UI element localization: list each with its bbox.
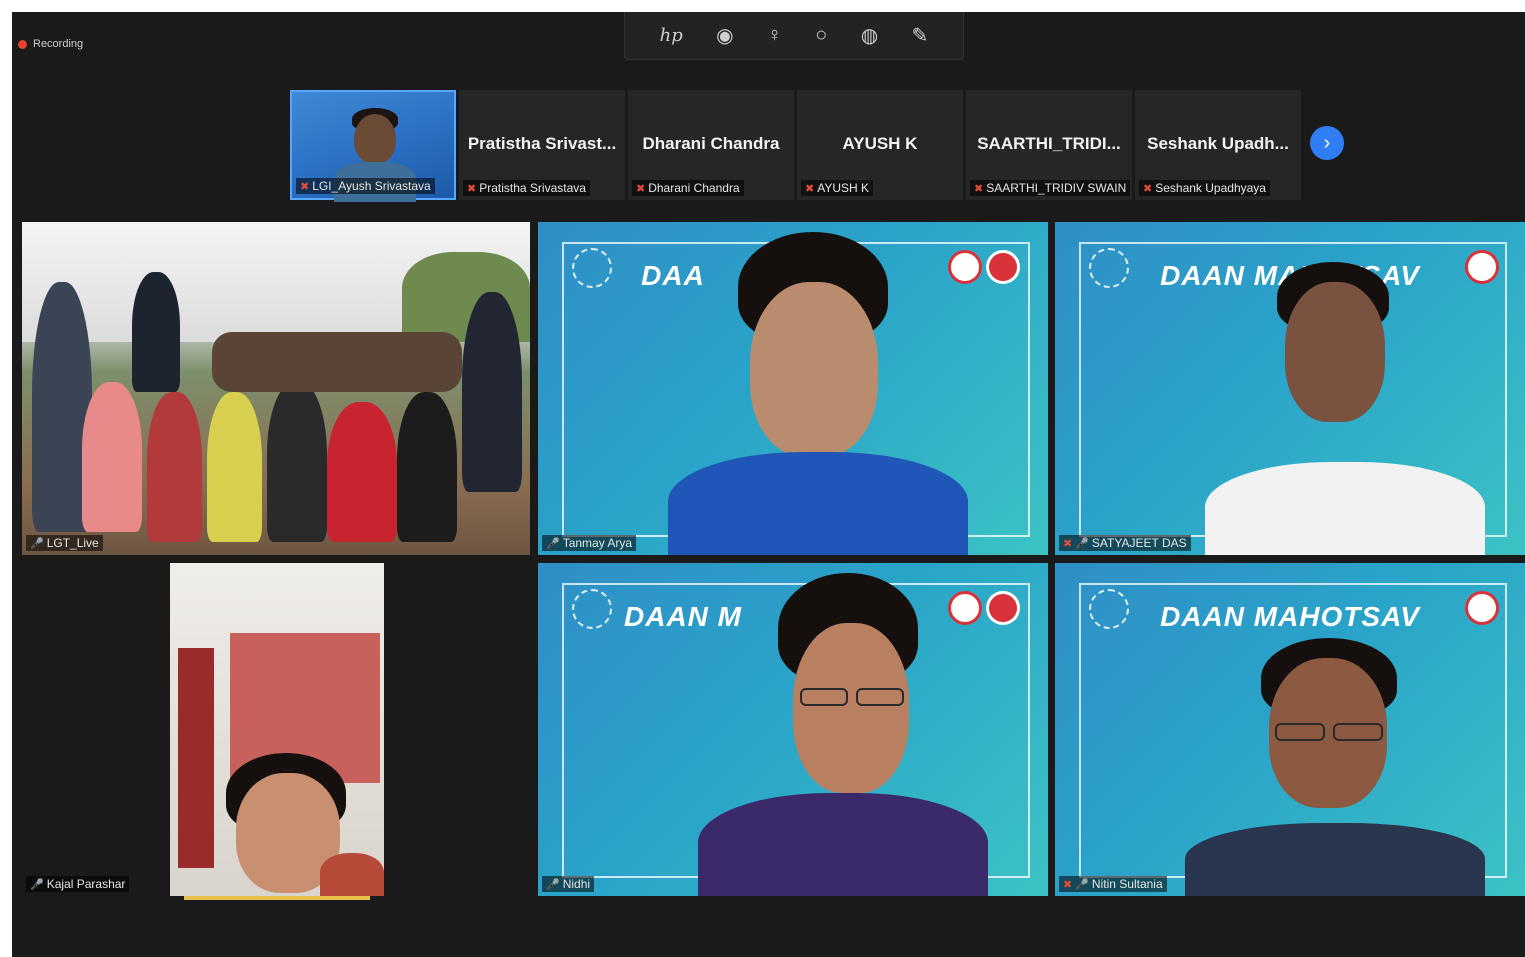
- mic-icon: 🎤: [546, 537, 560, 550]
- audio-level-bar: [184, 896, 370, 900]
- participant-name-label: ✖ Dharani Chandra: [632, 180, 744, 196]
- tile-name-label: 🎤 LGT_Live: [26, 535, 103, 551]
- video-tile[interactable]: DAAN MAHOTSAV ✖ 🎤 SATYAJEET DAS: [1055, 222, 1525, 555]
- child: [327, 402, 397, 542]
- camera-icon[interactable]: ◉: [716, 23, 733, 48]
- participant-face: [354, 114, 396, 164]
- mic-icon: 🎤: [1075, 537, 1089, 550]
- participant-strip: ✖ LGI_Ayush Srivastava Pratistha Srivast…: [290, 90, 1301, 202]
- mic-muted-icon: ✖: [1063, 537, 1073, 550]
- sponsor-logo: [1465, 591, 1499, 625]
- mic-icon: 🎤: [30, 537, 44, 550]
- participant-display-name: Dharani Chandra: [642, 134, 780, 153]
- person-icon[interactable]: ♀: [767, 24, 782, 47]
- tile-name-label: ✖ 🎤 Nitin Sultania: [1059, 876, 1167, 892]
- child: [147, 392, 202, 542]
- participant-chip[interactable]: Seshank Upadh... ✖ Seshank Upadhyaya: [1135, 90, 1301, 200]
- child: [207, 392, 262, 542]
- mic-muted-icon: ✖: [1143, 182, 1153, 195]
- mic-muted-icon: ✖: [974, 182, 984, 195]
- mic-muted-icon: ✖: [300, 180, 310, 193]
- share-icon[interactable]: ◍: [861, 23, 878, 48]
- participant-name-label: ✖ SAARTHI_TRIDIV SWAIN: [970, 180, 1131, 196]
- tile-name-label: ✖ 🎤 SATYAJEET DAS: [1059, 535, 1191, 551]
- tile-name-label: 🎤 Kajal Parashar: [26, 876, 130, 892]
- participant-display-name: SAARTHI_TRIDI...: [977, 134, 1121, 153]
- participant-chip[interactable]: Pratistha Srivast... ✖ Pratistha Srivast…: [459, 90, 625, 200]
- room-background: [170, 563, 384, 896]
- participant-display-name: Seshank Upadh...: [1147, 134, 1289, 153]
- crowd-group: [212, 332, 462, 392]
- mic-muted-icon: ✖: [467, 182, 477, 195]
- video-tile[interactable]: DAA 🎤 Tanmay Arya: [538, 222, 1048, 555]
- recording-label: Recording: [33, 38, 84, 50]
- curtain: [178, 648, 214, 868]
- participant-name-label: ✖ AYUSH K: [801, 180, 874, 196]
- hp-logo-icon: hp: [659, 25, 683, 46]
- tile-name-label: 🎤 Tanmay Arya: [542, 535, 637, 551]
- video-tile[interactable]: DAAN M 🎤 Nidhi: [538, 563, 1048, 896]
- sponsor-logo: [948, 591, 982, 625]
- video-tile[interactable]: DAAN MAHOTSAV ✖ 🎤 Nitin Sultania: [1055, 563, 1525, 896]
- recording-icon: [18, 39, 27, 49]
- child: [267, 382, 327, 542]
- standing-person: [132, 272, 180, 392]
- participant-chip[interactable]: AYUSH K ✖ AYUSH K: [797, 90, 963, 200]
- pen-icon[interactable]: ✎: [912, 23, 929, 48]
- meeting-window: Recording hp ◉ ♀ ○ ◍ ✎ ✖ LGI_Ayush Sriva…: [12, 12, 1525, 957]
- sponsor-logo: [986, 591, 1020, 625]
- sponsor-logo: [986, 250, 1020, 284]
- sponsor-logo: [1465, 250, 1499, 284]
- mic-muted-icon: ✖: [805, 182, 815, 195]
- mic-muted-icon: ✖: [1063, 878, 1073, 891]
- tile-name-label: 🎤 Nidhi: [542, 876, 595, 892]
- floating-toolbar: hp ◉ ♀ ○ ◍ ✎: [624, 12, 964, 60]
- circle-icon[interactable]: ○: [815, 24, 827, 47]
- next-page-button[interactable]: ›: [1310, 126, 1344, 160]
- participant-name-label: ✖ Seshank Upadhyaya: [1139, 180, 1270, 196]
- participant-chip[interactable]: SAARTHI_TRIDI... ✖ SAARTHI_TRIDIV SWAIN: [966, 90, 1132, 200]
- participant-chip[interactable]: Dharani Chandra ✖ Dharani Chandra: [628, 90, 794, 200]
- mic-icon: 🎤: [30, 878, 44, 891]
- standing-person: [462, 292, 522, 492]
- child: [82, 382, 142, 532]
- participant-display-name: AYUSH K: [842, 134, 918, 153]
- participant-name-label: ✖ LGI_Ayush Srivastava: [296, 178, 435, 194]
- participant-chip[interactable]: ✖ LGI_Ayush Srivastava: [290, 90, 456, 202]
- child: [397, 392, 457, 542]
- participant-name-label: ✖ Pratistha Srivastava: [463, 180, 590, 196]
- mic-icon: 🎤: [1075, 878, 1089, 891]
- video-tile[interactable]: 🎤 LGT_Live: [22, 222, 530, 555]
- participant-display-name: Pratistha Srivast...: [467, 134, 617, 153]
- banner-title: DAAN MAHOTSAV: [1160, 601, 1420, 632]
- sponsor-logo: [948, 250, 982, 284]
- mic-muted-icon: ✖: [636, 182, 646, 195]
- video-tile[interactable]: 🎤 Kajal Parashar: [22, 563, 530, 896]
- mic-icon: 🎤: [546, 878, 560, 891]
- recording-indicator[interactable]: Recording: [18, 38, 83, 50]
